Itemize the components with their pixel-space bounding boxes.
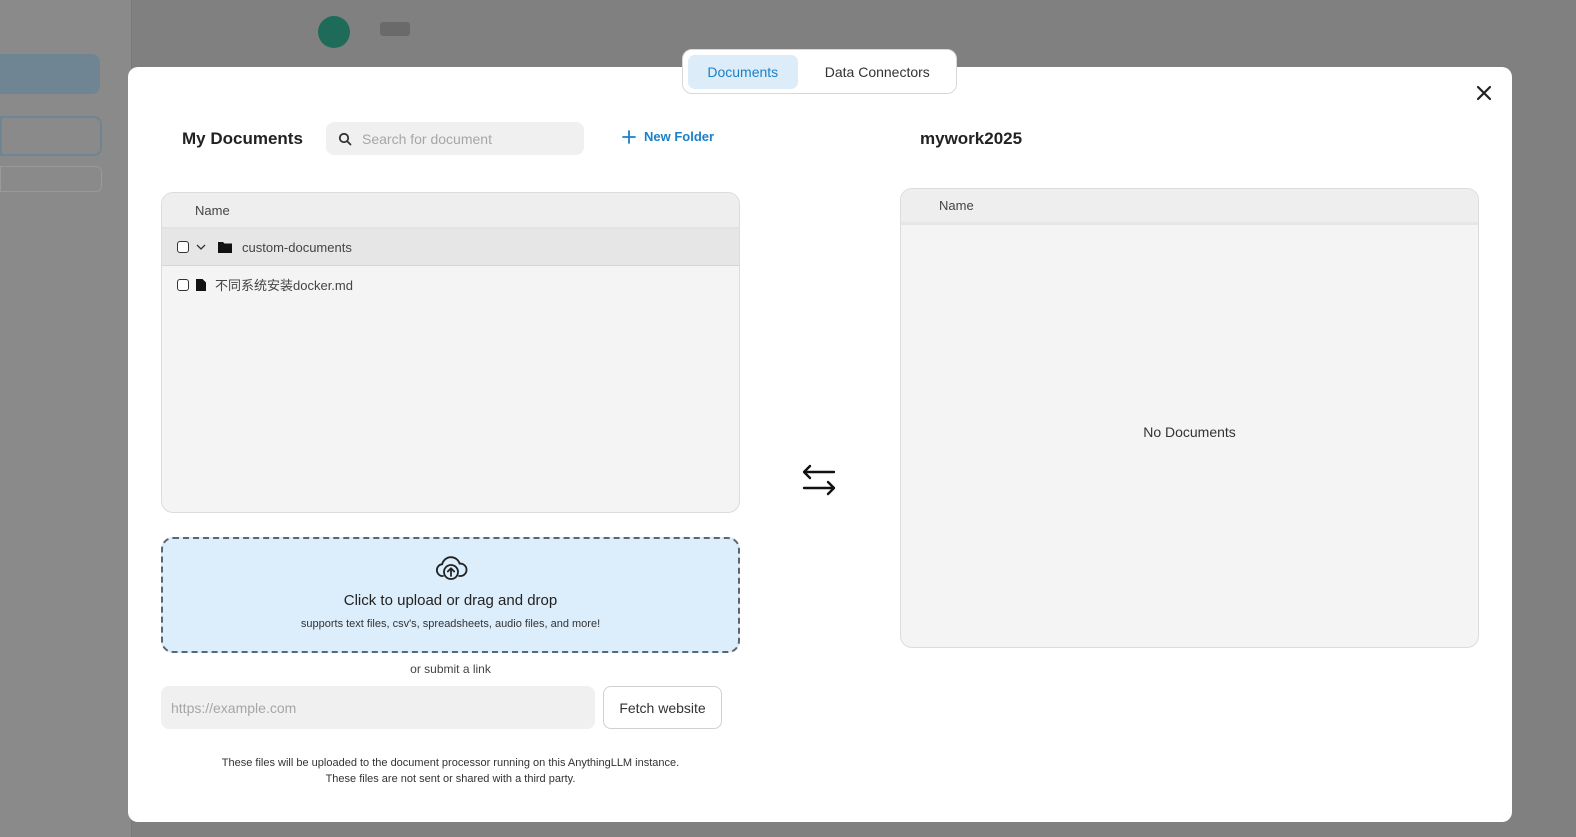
new-folder-label: New Folder [644, 129, 715, 144]
document-search[interactable] [326, 122, 584, 155]
swap-arrows-icon[interactable] [800, 462, 838, 498]
upload-sub-text: supports text files, csv's, spreadsheets… [300, 618, 601, 630]
folder-icon [218, 242, 232, 253]
document-manager-modal: My Documents New Folder Name custom-docu… [128, 67, 1512, 822]
tab-data-connectors[interactable]: Data Connectors [804, 55, 951, 89]
file-row[interactable]: 不同系统安装docker.md [162, 266, 739, 303]
background-sidebar [0, 0, 132, 837]
new-folder-button[interactable]: New Folder [622, 129, 714, 144]
close-icon[interactable] [1472, 81, 1496, 105]
search-input[interactable] [362, 130, 562, 147]
fetch-website-button[interactable]: Fetch website [603, 686, 722, 729]
or-submit-link-text: or submit a link [410, 662, 491, 676]
my-documents-title: My Documents [182, 129, 303, 148]
search-icon [338, 132, 352, 145]
chevron-down-icon[interactable] [195, 241, 207, 253]
background-sidebar-item-workspace [0, 116, 102, 156]
background-user-name [380, 22, 410, 36]
file-checkbox[interactable] [177, 278, 189, 291]
modal-tab-switcher: Documents Data Connectors [682, 49, 957, 94]
file-name: 不同系统安装docker.md [215, 278, 353, 293]
disclaimer-line-1: These files will be uploaded to the docu… [221, 757, 680, 769]
folder-name: custom-documents [242, 239, 352, 255]
upload-dropzone[interactable]: Click to upload or drag and drop support… [161, 537, 740, 653]
folder-row[interactable]: custom-documents [162, 229, 739, 266]
empty-state-text: No Documents [1143, 424, 1236, 440]
upload-disclaimer: These files will be uploaded to the docu… [161, 755, 740, 787]
plus-icon [622, 129, 636, 144]
background-user-avatar [318, 16, 350, 48]
background-sidebar-item [0, 166, 102, 192]
disclaimer-line-2: These files are not sent or shared with … [325, 773, 576, 785]
column-header-name: Name [162, 193, 739, 229]
workspace-documents-list: Name No Documents [900, 188, 1479, 648]
upload-main-text: Click to upload or drag and drop [343, 592, 558, 609]
my-documents-list: Name custom-documents 不同系统安装docker.md [161, 192, 740, 513]
cloud-upload-icon [435, 556, 467, 580]
background-sidebar-item-active [0, 54, 100, 94]
folder-checkbox[interactable] [177, 241, 189, 253]
column-header-name: Name [901, 189, 1478, 225]
tab-documents[interactable]: Documents [688, 54, 798, 89]
url-input[interactable] [161, 686, 595, 729]
workspace-title: mywork2025 [920, 129, 1023, 148]
file-icon [196, 278, 206, 291]
